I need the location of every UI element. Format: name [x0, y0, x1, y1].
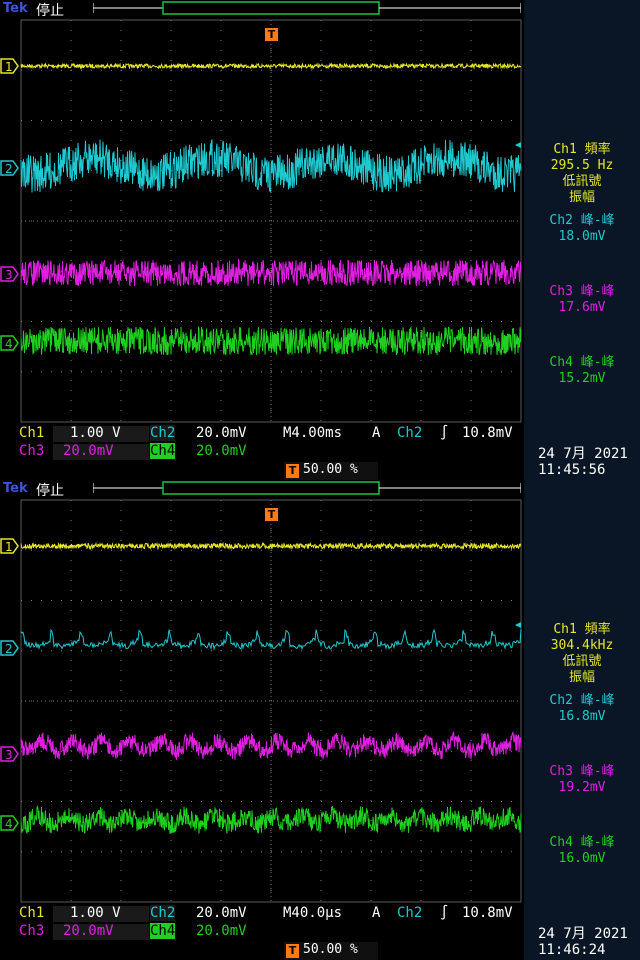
trigger-slope-icon: ∫ [440, 905, 449, 921]
meas-value: 304.4kHz [550, 638, 614, 653]
trigger-position-marker[interactable]: T [265, 28, 278, 41]
trigger-level[interactable]: 10.8mV [462, 905, 513, 921]
measurement-panel-1: Ch1 頻率 295.5 Hz 低訊號 振幅 Ch2 峰-峰 18.0mV Ch… [524, 0, 640, 480]
meas-label: Ch1 頻率 [553, 622, 611, 637]
channel-3-marker[interactable]: 3 [0, 746, 19, 762]
trigger-position-readout[interactable]: T 50.00 % [284, 462, 378, 480]
trigger-slope-icon: ∫ [440, 425, 449, 441]
scope-screen-2: 1 2 3 4 Tek 停止 T Ch1 頻率 304.4kHz 低訊號 振幅 Ch2… [0, 480, 640, 960]
trigger-position-value: 50.00 % [303, 942, 358, 957]
meas-label: Ch4 峰-峰 [549, 835, 615, 850]
trigger-position-readout[interactable]: T 50.00 % [284, 942, 378, 960]
ch3-label[interactable]: Ch3 [19, 923, 44, 939]
meas-note: 振幅 [568, 190, 595, 205]
channel-marker-label: 2 [5, 162, 13, 176]
record-length-indicator [93, 1, 521, 15]
ch2-label[interactable]: Ch2 [150, 425, 176, 441]
meas-value: 17.6mV [558, 300, 606, 315]
channel-marker-label: 3 [5, 748, 13, 762]
ch2-scale[interactable]: 20.0mV [196, 425, 247, 441]
meas-label: Ch3 峰-峰 [549, 284, 615, 299]
meas-value: 15.2mV [558, 371, 606, 386]
ch4-scale[interactable]: 20.0mV [196, 443, 247, 459]
date-time: 24 7月 2021 11:46:24 [538, 926, 628, 958]
channel-1-marker[interactable]: 1 [0, 538, 19, 554]
ch2-scale[interactable]: 20.0mV [196, 905, 247, 921]
meas-label: Ch4 峰-峰 [549, 355, 615, 370]
trigger-source[interactable]: Ch2 [397, 905, 422, 921]
meas-value: 16.8mV [558, 709, 606, 724]
timebase[interactable]: M4.00ms [283, 425, 342, 441]
trigger-mode: A [372, 905, 381, 921]
meas-value: 295.5 Hz [550, 158, 614, 173]
trigger-icon: T [286, 464, 299, 478]
channel-4-marker[interactable]: 4 [0, 815, 19, 831]
meas-label: Ch2 峰-峰 [549, 693, 615, 708]
timebase[interactable]: M40.0µs [283, 905, 342, 921]
ch4-pk-pk-measurement: Ch4 峰-峰 16.0mV [524, 835, 640, 867]
ch3-label[interactable]: Ch3 [19, 443, 44, 459]
date-time: 24 7月 2021 11:45:56 [538, 446, 628, 478]
ch1-label[interactable]: Ch1 [19, 425, 44, 441]
acquisition-state[interactable]: 停止 [36, 0, 64, 20]
acquisition-state[interactable]: 停止 [36, 480, 64, 500]
ch4-pk-pk-measurement: Ch4 峰-峰 15.2mV [524, 355, 640, 387]
channel-marker-label: 3 [5, 268, 13, 282]
ch1-scale[interactable]: 1.00 V [70, 905, 121, 921]
ch4-scale[interactable]: 20.0mV [196, 923, 247, 939]
trigger-position-marker[interactable]: T [265, 508, 278, 521]
brand-logo: Tek [3, 1, 28, 16]
date: 24 7月 2021 [538, 926, 628, 942]
record-length-indicator [93, 481, 521, 495]
ch3-scale[interactable]: 20.0mV [63, 443, 114, 459]
channel-2-marker[interactable]: 2 [0, 640, 19, 656]
ch3-pk-pk-measurement: Ch3 峰-峰 17.6mV [524, 284, 640, 316]
meas-note: 振幅 [568, 670, 595, 685]
trigger-mode: A [372, 425, 381, 441]
ch3-pk-pk-measurement: Ch3 峰-峰 19.2mV [524, 764, 640, 796]
ch3-scale[interactable]: 20.0mV [63, 923, 114, 939]
measurement-panel-2: Ch1 頻率 304.4kHz 低訊號 振幅 Ch2 峰-峰 16.8mV Ch… [524, 480, 640, 960]
ch2-pk-pk-measurement: Ch2 峰-峰 16.8mV [524, 693, 640, 725]
ch1-frequency-measurement: Ch1 頻率 295.5 Hz 低訊號 振幅 [524, 142, 640, 206]
date: 24 7月 2021 [538, 446, 628, 462]
channel-marker-label: 4 [5, 817, 13, 831]
time: 11:45:56 [538, 462, 606, 478]
channel-marker-label: 4 [5, 337, 13, 351]
meas-note: 低訊號 [562, 174, 602, 189]
channel-marker-label: 1 [5, 540, 13, 554]
channel-1-marker[interactable]: 1 [0, 58, 19, 74]
scope-screen-1: 1 2 3 4 Tek 停止 T Ch1 頻率 295.5 Hz 低訊號 振幅 Ch2… [0, 0, 640, 480]
ch1-scale[interactable]: 1.00 V [70, 425, 121, 441]
meas-note: 低訊號 [562, 654, 602, 669]
ch4-label[interactable]: Ch4 [150, 443, 176, 459]
meas-value: 18.0mV [558, 229, 606, 244]
trigger-source[interactable]: Ch2 [397, 425, 422, 441]
readout-row-1: Ch1 1.00 V Ch2 20.0mV M40.0µs A Ch2 ∫ 10… [0, 905, 524, 923]
ch1-label[interactable]: Ch1 [19, 905, 44, 921]
trigger-icon: T [286, 944, 299, 958]
meas-label: Ch1 頻率 [553, 142, 611, 157]
time: 11:46:24 [538, 942, 606, 958]
readout-row-2: Ch3 20.0mV Ch4 20.0mV [0, 923, 524, 941]
meas-value: 16.0mV [558, 851, 606, 866]
meas-label: Ch3 峰-峰 [549, 764, 615, 779]
ch4-label[interactable]: Ch4 [150, 923, 176, 939]
trigger-level[interactable]: 10.8mV [462, 425, 513, 441]
readout-row-1: Ch1 1.00 V Ch2 20.0mV M4.00ms A Ch2 ∫ 10… [0, 425, 524, 443]
channel-marker-label: 1 [5, 60, 13, 74]
channel-3-marker[interactable]: 3 [0, 266, 19, 282]
trigger-position-value: 50.00 % [303, 462, 358, 477]
ch2-label[interactable]: Ch2 [150, 905, 176, 921]
ch2-pk-pk-measurement: Ch2 峰-峰 18.0mV [524, 213, 640, 245]
ch1-frequency-measurement: Ch1 頻率 304.4kHz 低訊號 振幅 [524, 622, 640, 686]
brand-logo: Tek [3, 481, 28, 496]
meas-value: 19.2mV [558, 780, 606, 795]
channel-4-marker[interactable]: 4 [0, 335, 19, 351]
channel-2-marker[interactable]: 2 [0, 160, 19, 176]
meas-label: Ch2 峰-峰 [549, 213, 615, 228]
channel-marker-label: 2 [5, 642, 13, 656]
readout-row-2: Ch3 20.0mV Ch4 20.0mV [0, 443, 524, 461]
